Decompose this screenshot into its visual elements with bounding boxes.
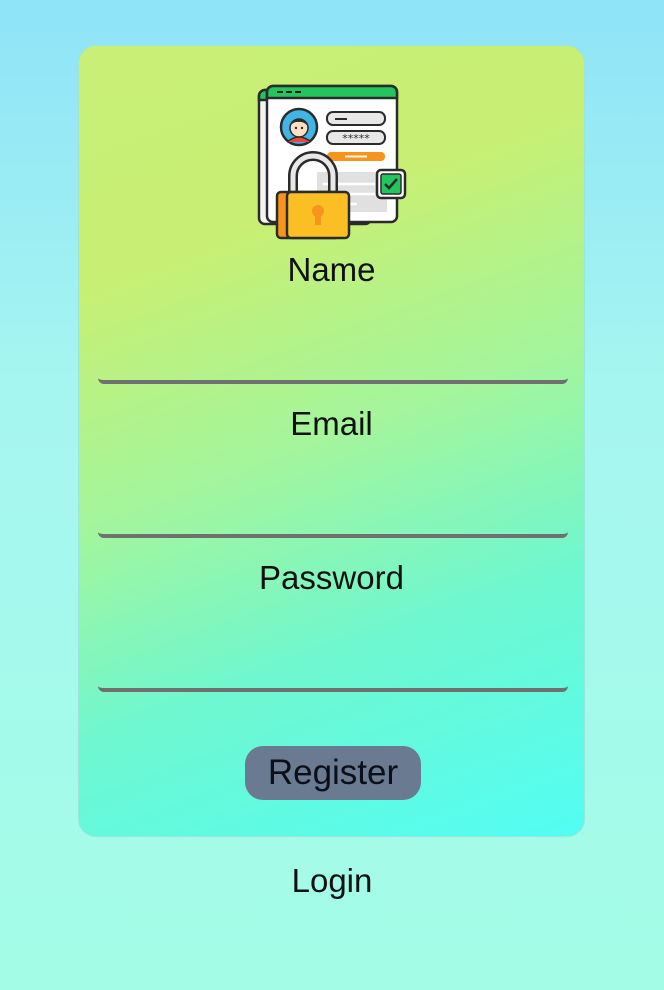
register-card: ***** Name Email Password Register [78,45,585,837]
password-label: Password [259,559,404,596]
svg-text:*****: ***** [342,132,370,145]
email-label: Email [290,405,373,442]
login-link[interactable]: Login [0,862,664,900]
name-label: Name [287,251,376,288]
register-button[interactable]: Register [245,746,421,800]
secure-login-illustration-icon: ***** [257,84,407,240]
email-input[interactable] [98,488,568,538]
password-input[interactable] [98,642,568,692]
name-input[interactable] [98,334,568,384]
